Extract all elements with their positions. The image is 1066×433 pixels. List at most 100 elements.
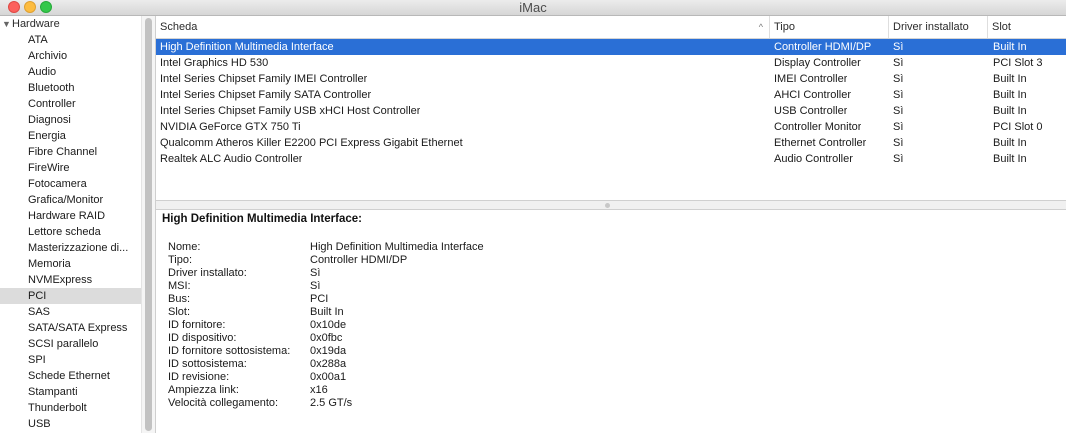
table-cell-slot: Built In: [993, 105, 1027, 117]
sidebar-item[interactable]: Thunderbolt: [0, 400, 141, 416]
sidebar: ▼Hardware ATA Archivio Audio Bluetooth Contr…: [0, 16, 141, 433]
sidebar-item[interactable]: Schede Ethernet: [0, 368, 141, 384]
main-pane: Scheda ^ Tipo Driver installato Slot Hig…: [156, 16, 1066, 433]
detail-field-key: ID sottosistema:: [168, 358, 247, 370]
sidebar-item[interactable]: SATA/SATA Express: [0, 320, 141, 336]
sidebar-scrollbar-thumb[interactable]: [145, 18, 152, 431]
table-row[interactable]: Realtek ALC Audio Controller Audio Contro…: [156, 151, 1066, 167]
sidebar-list: ATA Archivio Audio Bluetooth Controller Diagn…: [0, 32, 141, 432]
sidebar-item[interactable]: SCSI parallelo: [0, 336, 141, 352]
detail-field: Tipo: Controller HDMI/DP: [168, 254, 768, 267]
sidebar-item[interactable]: FireWire: [0, 160, 141, 176]
table-cell-driver: Sì: [893, 73, 904, 85]
table-cell-driver: Sì: [893, 105, 904, 117]
table-cell-slot: PCI Slot 0: [993, 121, 1043, 133]
sidebar-item[interactable]: Lettore scheda: [0, 224, 141, 240]
column-header-slot[interactable]: Slot: [988, 16, 1066, 38]
table-cell-type: USB Controller: [774, 105, 848, 117]
sidebar-item[interactable]: ATA: [0, 32, 141, 48]
table-row[interactable]: Intel Graphics HD 530 Display Controller S…: [156, 55, 1066, 71]
table-cell-driver: Sì: [893, 41, 904, 53]
sidebar-item[interactable]: SAS: [0, 304, 141, 320]
table-cell-slot: Built In: [993, 89, 1027, 101]
detail-field-value: 0x288a: [310, 358, 347, 370]
detail-field-key: Tipo:: [168, 254, 193, 266]
detail-field-key: Driver installato:: [168, 267, 247, 279]
detail-pane: High Definition Multimedia Interface: No…: [156, 210, 1066, 433]
sidebar-section-hardware[interactable]: ▼Hardware: [0, 16, 141, 32]
table-cell-driver: Sì: [893, 137, 904, 149]
detail-field-key: Ampiezza link:: [168, 384, 239, 396]
column-header-card[interactable]: Scheda ^: [156, 16, 770, 38]
sidebar-item[interactable]: Fibre Channel: [0, 144, 141, 160]
table-row[interactable]: Intel Series Chipset Family USB xHCI Hos…: [156, 103, 1066, 119]
detail-field-key: ID fornitore:: [168, 319, 226, 331]
sidebar-scrollbar[interactable]: [141, 16, 156, 433]
sidebar-item[interactable]: Stampanti: [0, 384, 141, 400]
detail-field-value: 0x19da: [310, 345, 347, 357]
detail-field-key: Nome:: [168, 241, 201, 253]
split-view-divider[interactable]: [156, 200, 1066, 210]
sidebar-item[interactable]: Energia: [0, 128, 141, 144]
table-cell-type: Display Controller: [774, 57, 861, 69]
column-header-type[interactable]: Tipo: [770, 16, 889, 38]
table-cell-card: Intel Series Chipset Family IMEI Control…: [160, 73, 368, 85]
table-cell-card: Intel Series Chipset Family USB xHCI Hos…: [160, 105, 421, 117]
table-cell-slot: Built In: [993, 73, 1027, 85]
detail-field: ID fornitore: 0x10de: [168, 319, 768, 332]
table-row[interactable]: NVIDIA GeForce GTX 750 Ti Controller Moni…: [156, 119, 1066, 135]
table-row[interactable]: High Definition Multimedia Interface Cont…: [156, 39, 1066, 55]
table-cell-slot: PCI Slot 3: [993, 57, 1043, 69]
detail-field: Slot: Built In: [168, 306, 768, 319]
detail-field-value: PCI: [310, 293, 329, 305]
sidebar-item[interactable]: USB: [0, 416, 141, 432]
sidebar-item[interactable]: SPI: [0, 352, 141, 368]
table-cell-driver: Sì: [893, 89, 904, 101]
detail-field-value: 2.5 GT/s: [310, 397, 353, 409]
table-cell-driver: Sì: [893, 153, 904, 165]
table-cell-card: Qualcomm Atheros Killer E2200 PCI Expres…: [160, 137, 463, 149]
table-cell-slot: Built In: [993, 153, 1027, 165]
disclosure-triangle-icon[interactable]: ▼: [2, 16, 12, 32]
divider-grip-icon[interactable]: [605, 203, 610, 208]
sidebar-item[interactable]: PCI: [0, 288, 141, 304]
table-row[interactable]: Intel Series Chipset Family IMEI Control…: [156, 71, 1066, 87]
detail-field-value: Controller HDMI/DP: [310, 254, 408, 266]
sidebar-item[interactable]: NVMExpress: [0, 272, 141, 288]
detail-field-key: ID revisione:: [168, 371, 230, 383]
device-table-body: High Definition Multimedia Interface Cont…: [156, 39, 1066, 222]
detail-field: ID sottosistema: 0x288a: [168, 358, 768, 371]
detail-field-value: Built In: [310, 306, 344, 318]
detail-field: ID revisione: 0x00a1: [168, 371, 768, 384]
sidebar-item[interactable]: Controller: [0, 96, 141, 112]
table-cell-slot: Built In: [993, 137, 1027, 149]
detail-field: Driver installato: Sì: [168, 267, 768, 280]
sidebar-item[interactable]: Audio: [0, 64, 141, 80]
table-cell-type: Controller Monitor: [774, 121, 862, 133]
detail-field-value: Sì: [310, 280, 321, 292]
table-cell-card: Realtek ALC Audio Controller: [160, 153, 303, 165]
table-cell-type: Controller HDMI/DP: [774, 41, 872, 53]
table-row[interactable]: Intel Series Chipset Family SATA Control…: [156, 87, 1066, 103]
sidebar-item[interactable]: Masterizzazione di...: [0, 240, 141, 256]
detail-field: Velocità collegamento: 2.5 GT/s: [168, 397, 768, 410]
detail-field: ID dispositivo: 0x0fbc: [168, 332, 768, 345]
detail-field-value: 0x00a1: [310, 371, 347, 383]
sidebar-item[interactable]: Diagnosi: [0, 112, 141, 128]
detail-field-key: Velocità collegamento:: [168, 397, 279, 409]
detail-field-key: Slot:: [168, 306, 191, 318]
sidebar-item[interactable]: Fotocamera: [0, 176, 141, 192]
table-cell-slot: Built In: [993, 41, 1027, 53]
detail-field-value: x16: [310, 384, 328, 396]
table-row[interactable]: Qualcomm Atheros Killer E2200 PCI Expres…: [156, 135, 1066, 151]
sidebar-item[interactable]: Bluetooth: [0, 80, 141, 96]
table-cell-driver: Sì: [893, 121, 904, 133]
sidebar-item[interactable]: Archivio: [0, 48, 141, 64]
sidebar-item[interactable]: Grafica/Monitor: [0, 192, 141, 208]
column-header-driver[interactable]: Driver installato: [889, 16, 988, 38]
sidebar-item[interactable]: Hardware RAID: [0, 208, 141, 224]
detail-field-value: Sì: [310, 267, 321, 279]
detail-field-key: ID dispositivo:: [168, 332, 237, 344]
sidebar-item[interactable]: Memoria: [0, 256, 141, 272]
detail-field-value: 0x0fbc: [310, 332, 343, 344]
